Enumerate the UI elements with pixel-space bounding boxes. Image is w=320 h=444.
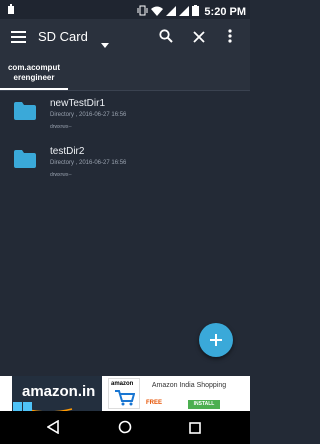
recent-apps-icon[interactable] bbox=[189, 421, 201, 439]
add-fab-button[interactable] bbox=[199, 323, 233, 357]
file-permissions: drwxrwx-- bbox=[50, 124, 72, 130]
location-title[interactable]: SD Card bbox=[38, 29, 88, 44]
folder-icon bbox=[14, 150, 36, 173]
dropdown-arrow-icon[interactable] bbox=[101, 35, 109, 53]
system-nav-bar bbox=[0, 411, 250, 444]
plus-icon bbox=[208, 332, 224, 353]
tab-bar: com.acomput erengineer bbox=[0, 56, 250, 90]
list-item[interactable]: newTestDir1 Directory , 2016-06-27 16:56… bbox=[0, 91, 250, 139]
list-item[interactable]: testDir2 Directory , 2016-06-27 16:56 dr… bbox=[0, 139, 250, 187]
ad-info-icon[interactable] bbox=[13, 402, 22, 411]
install-button[interactable]: INSTALL bbox=[188, 400, 220, 409]
cart-icon bbox=[115, 390, 136, 411]
free-label: FREE bbox=[146, 400, 163, 406]
file-name: newTestDir1 bbox=[50, 98, 106, 109]
file-meta: Directory , 2016-06-27 16:56 bbox=[50, 160, 127, 166]
status-time: 5:20 PM bbox=[204, 6, 246, 18]
tab-package[interactable]: com.acomput erengineer bbox=[0, 56, 68, 90]
back-icon[interactable] bbox=[46, 419, 59, 439]
toolbar: SD Card bbox=[0, 19, 250, 56]
status-bar: 5:20 PM bbox=[0, 0, 250, 19]
folder-icon bbox=[14, 102, 36, 125]
ad-close-icon[interactable] bbox=[23, 402, 32, 411]
tab-label-line2: erengineer bbox=[13, 73, 55, 82]
tab-label-line1: com.acomput bbox=[7, 63, 60, 72]
file-permissions: drwxrwx-- bbox=[50, 172, 72, 178]
file-list: newTestDir1 Directory , 2016-06-27 16:56… bbox=[0, 91, 250, 187]
home-icon[interactable] bbox=[118, 420, 132, 439]
file-meta: Directory , 2016-06-27 16:56 bbox=[50, 112, 127, 118]
ad-banner[interactable]: amazon.in amazon Amazon India Shopping F… bbox=[0, 376, 250, 413]
app-icon-text: amazon bbox=[111, 381, 134, 387]
close-icon[interactable] bbox=[193, 30, 205, 48]
app-icon[interactable]: amazon bbox=[108, 378, 140, 409]
menu-icon[interactable] bbox=[11, 30, 26, 48]
amazon-logo-text: amazon.in bbox=[22, 383, 96, 400]
more-vert-icon[interactable] bbox=[228, 29, 232, 48]
file-name: testDir2 bbox=[50, 146, 85, 157]
app-title: Amazon India Shopping bbox=[151, 382, 227, 389]
search-icon[interactable] bbox=[159, 29, 173, 48]
